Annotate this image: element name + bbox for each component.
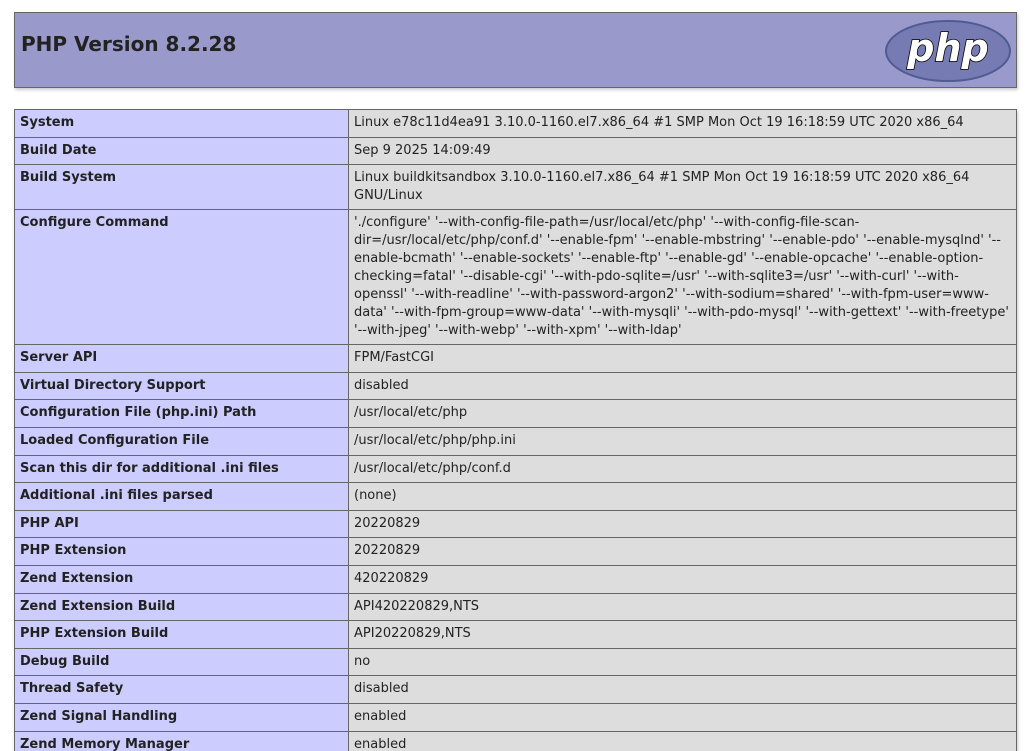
table-row: PHP Extension 20220829 bbox=[14, 537, 1017, 566]
table-row: Zend Extension 420220829 bbox=[14, 564, 1017, 594]
table-row: Server API FPM/FastCGI bbox=[14, 344, 1017, 373]
table-row: System Linux e78c11d4ea91 3.10.0-1160.el7… bbox=[14, 109, 1017, 138]
row-value: (none) bbox=[348, 482, 1017, 511]
row-key: Configuration File (php.ini) Path bbox=[14, 399, 349, 428]
table-row: PHP API 20220829 bbox=[14, 509, 1017, 539]
row-value: API420220829,NTS bbox=[348, 592, 1017, 622]
row-value: 20220829 bbox=[348, 509, 1017, 539]
row-key: Debug Build bbox=[14, 647, 349, 677]
table-row: Zend Extension Build API420220829,NTS bbox=[14, 592, 1017, 622]
row-key: PHP Extension Build bbox=[14, 620, 349, 649]
table-row: Zend Signal Handling enabled bbox=[14, 702, 1017, 732]
row-value: 20220829 bbox=[348, 537, 1017, 566]
row-key: PHP Extension bbox=[14, 537, 349, 566]
row-key: Build Date bbox=[14, 136, 349, 166]
table-row: Virtual Directory Support disabled bbox=[14, 371, 1017, 401]
row-value: enabled bbox=[348, 730, 1017, 751]
row-value: disabled bbox=[348, 371, 1017, 401]
row-key: PHP API bbox=[14, 509, 349, 539]
row-key: System bbox=[14, 109, 349, 138]
row-value: /usr/local/etc/php/conf.d bbox=[348, 454, 1017, 484]
table-row: Debug Build no bbox=[14, 647, 1017, 677]
row-value: no bbox=[348, 647, 1017, 677]
table-row: PHP Extension Build API20220829,NTS bbox=[14, 620, 1017, 649]
php-info-table: System Linux e78c11d4ea91 3.10.0-1160.el7… bbox=[14, 109, 1017, 751]
info-table-body: System Linux e78c11d4ea91 3.10.0-1160.el7… bbox=[14, 109, 1017, 751]
row-key: Virtual Directory Support bbox=[14, 371, 349, 401]
row-value: API20220829,NTS bbox=[348, 620, 1017, 649]
row-key: Scan this dir for additional .ini files bbox=[14, 454, 349, 484]
table-row: Loaded Configuration File/usr/local/etc/… bbox=[14, 426, 1017, 456]
php-info-header: PHP Version 8.2.28 php bbox=[14, 12, 1017, 88]
row-value: './configure' '--with-config-file-path=/… bbox=[348, 209, 1017, 346]
row-value: FPM/FastCGI bbox=[348, 344, 1017, 373]
php-logo-text: php bbox=[906, 26, 988, 70]
row-value: 420220829 bbox=[348, 564, 1017, 594]
row-key: Configure Command bbox=[14, 209, 349, 346]
row-value: enabled bbox=[348, 702, 1017, 732]
row-key: Thread Safety bbox=[14, 675, 349, 704]
row-key: Additional .ini files parsed bbox=[14, 482, 349, 511]
row-key: Server API bbox=[14, 344, 349, 373]
row-key: Build System bbox=[14, 164, 349, 211]
row-key: Zend Extension Build bbox=[14, 592, 349, 622]
row-value: disabled bbox=[348, 675, 1017, 704]
table-row: Thread Safety disabled bbox=[14, 675, 1017, 704]
page-title: PHP Version 8.2.28 bbox=[21, 32, 237, 56]
row-key: Zend Signal Handling bbox=[14, 702, 349, 732]
row-key: Zend Extension bbox=[14, 564, 349, 594]
row-value: Linux buildkitsandbox 3.10.0-1160.el7.x8… bbox=[348, 164, 1017, 211]
table-row: Configuration File (php.ini) Path/usr/lo… bbox=[14, 399, 1017, 428]
table-row: Build Date Sep 9 2025 14:09:49 bbox=[14, 136, 1017, 166]
table-row: Zend Memory Manager enabled bbox=[14, 730, 1017, 751]
table-row: Additional .ini files parsed (none) bbox=[14, 482, 1017, 511]
row-key: Loaded Configuration File bbox=[14, 426, 349, 456]
row-value: /usr/local/etc/php bbox=[348, 399, 1017, 428]
php-logo-icon[interactable]: php bbox=[884, 19, 1012, 83]
table-row: Scan this dir for additional .ini files /… bbox=[14, 454, 1017, 484]
row-value: Linux e78c11d4ea91 3.10.0-1160.el7.x86_6… bbox=[348, 109, 1017, 138]
table-row: Configure Command './configure' '--with-c… bbox=[14, 209, 1017, 346]
row-key: Zend Memory Manager bbox=[14, 730, 349, 751]
table-row: Build System Linux buildkitsandbox 3.10.0… bbox=[14, 164, 1017, 211]
row-value: Sep 9 2025 14:09:49 bbox=[348, 136, 1017, 166]
row-value: /usr/local/etc/php/php.ini bbox=[348, 426, 1017, 456]
